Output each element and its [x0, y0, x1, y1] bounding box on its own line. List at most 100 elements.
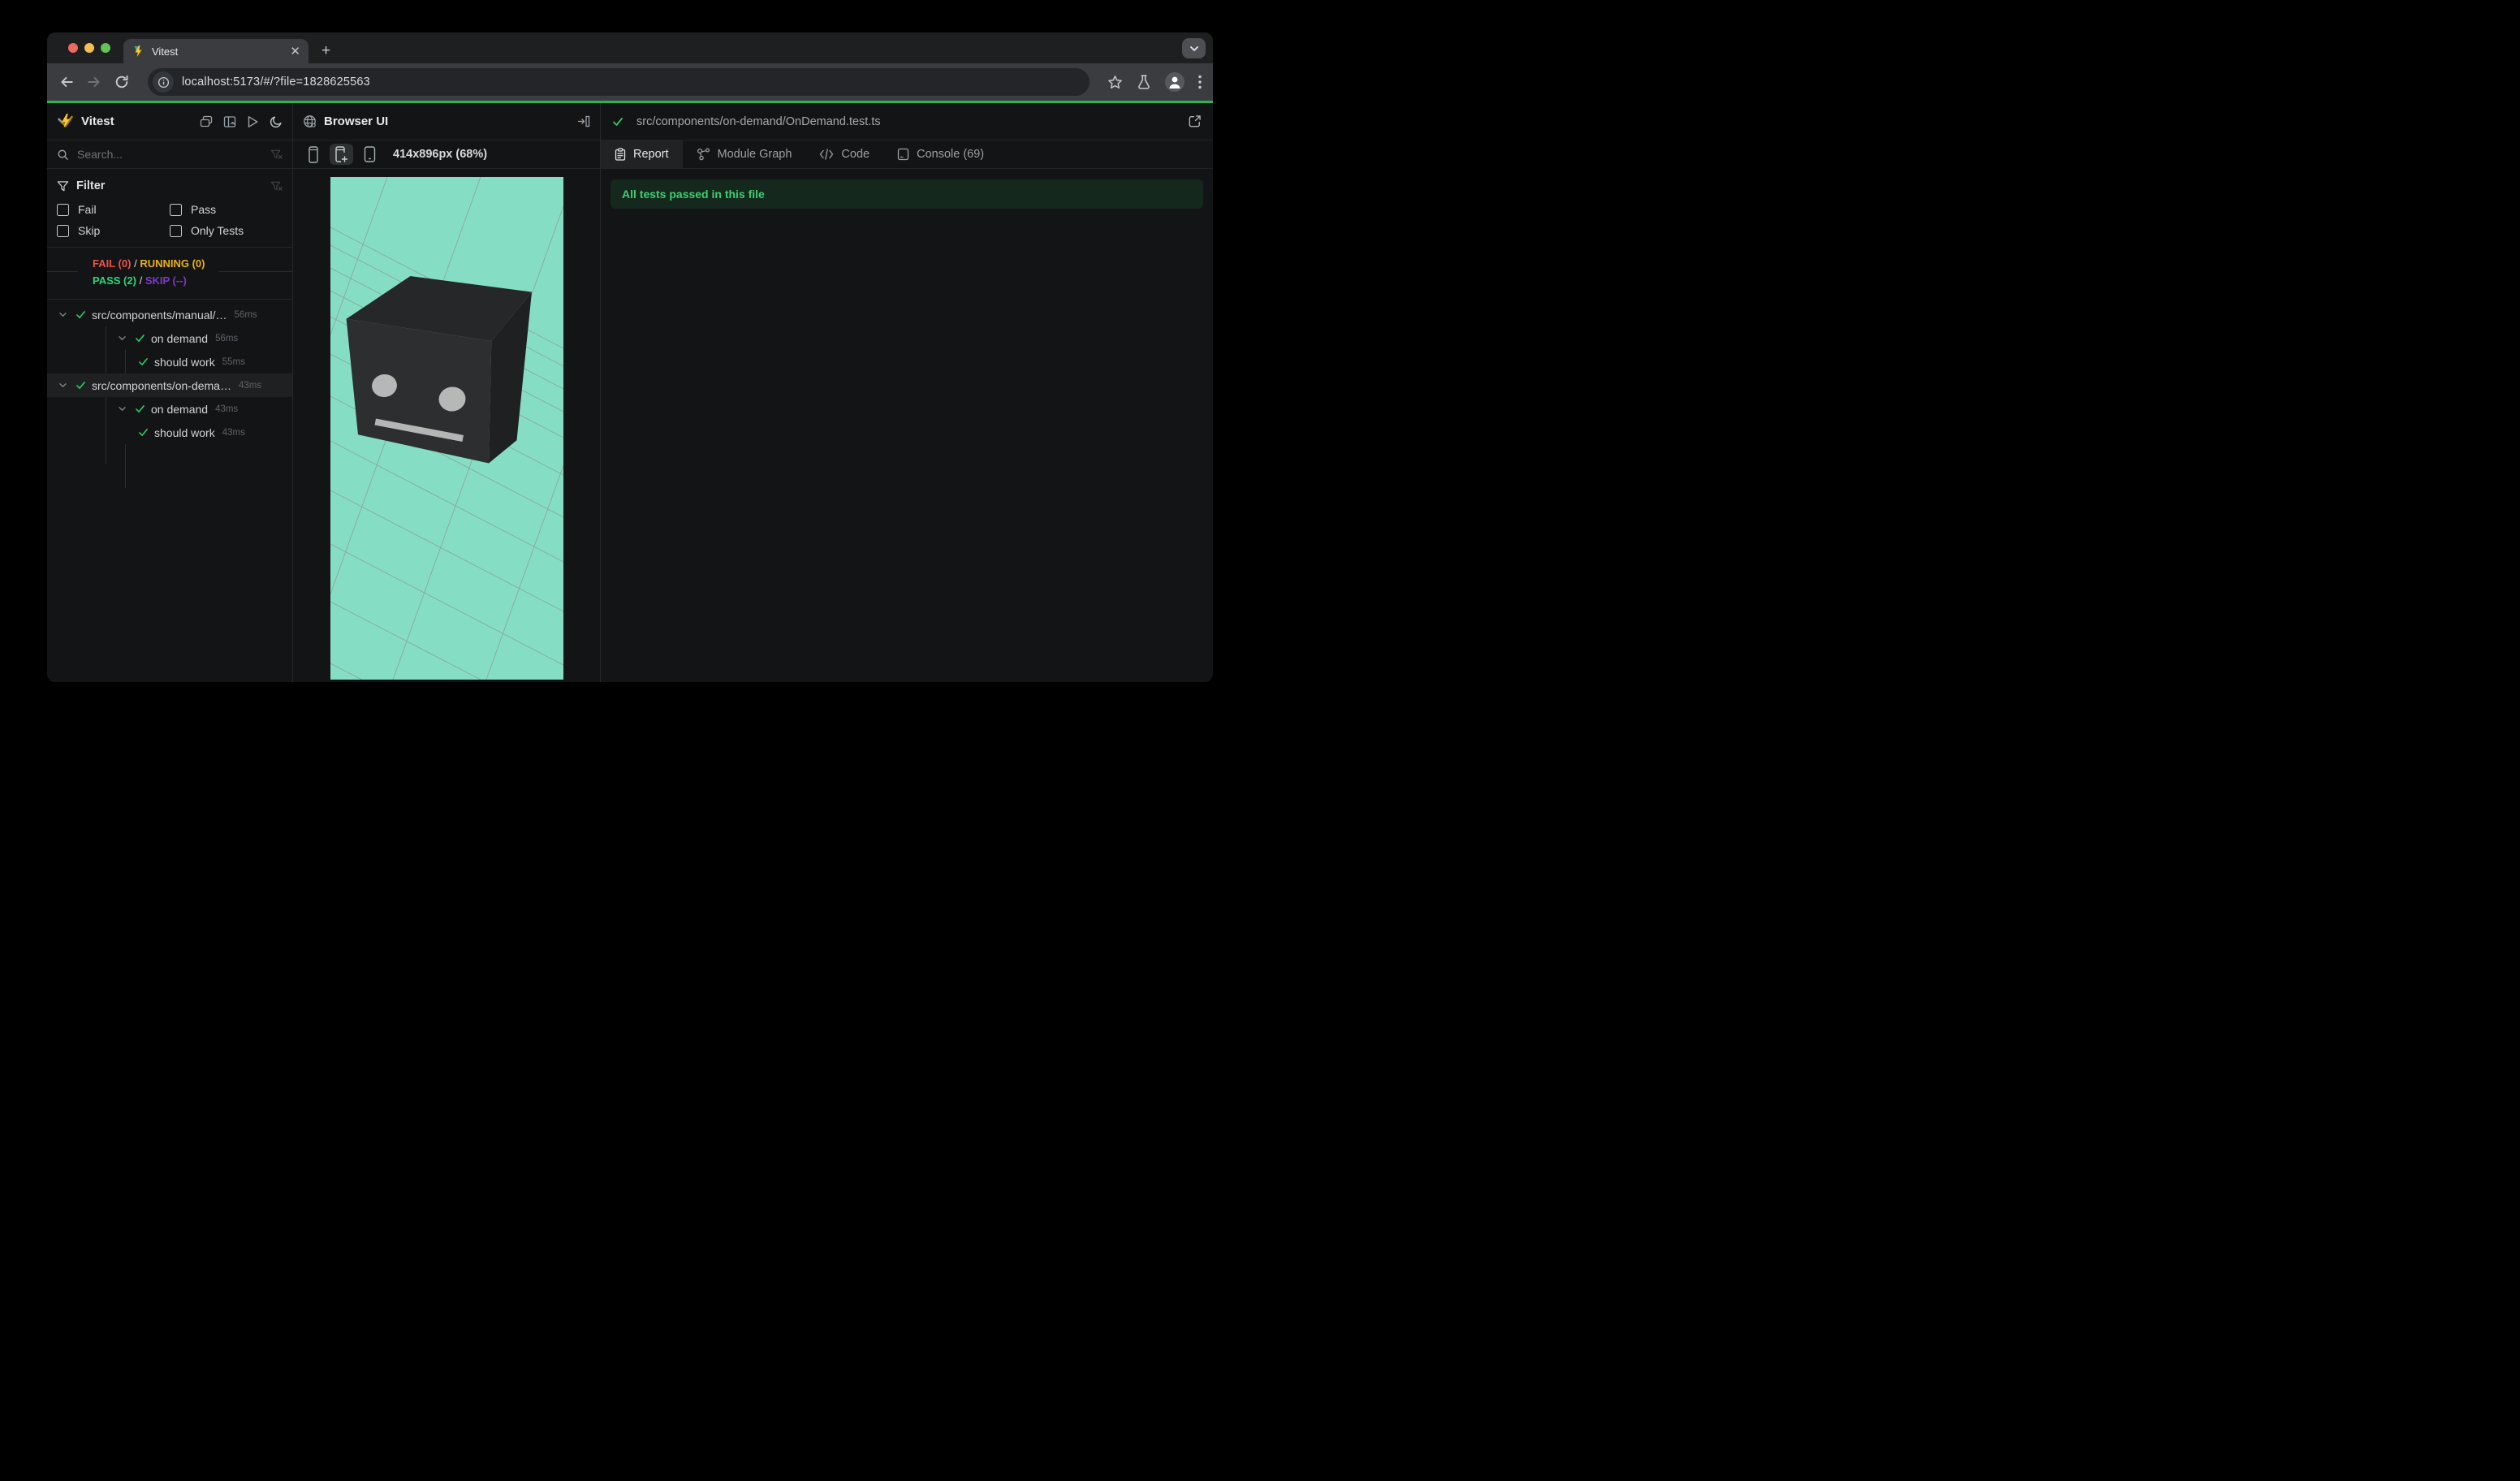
code-icon: [820, 149, 834, 160]
checkbox-icon[interactable]: [57, 203, 69, 216]
bookmark-star-icon[interactable]: [1107, 75, 1123, 90]
report-panel: src/components/on-demand/OnDemand.test.t…: [601, 103, 1213, 682]
tree-row-test[interactable]: should work 55ms: [47, 350, 292, 373]
device-phone-button[interactable]: [301, 144, 325, 165]
tree-row-suite[interactable]: on demand 43ms: [47, 397, 292, 421]
test-duration: 43ms: [238, 380, 262, 391]
filter-checkbox-only-tests[interactable]: Only Tests: [170, 224, 283, 237]
tree-guide-line: [125, 444, 126, 488]
checkbox-label: Skip: [78, 224, 101, 237]
file-path: src/components/on-demand/OnDemand.test.t…: [636, 114, 881, 128]
tab-report[interactable]: Report: [601, 140, 683, 168]
close-window-button[interactable]: [68, 43, 78, 53]
running-count: RUNNING (0): [140, 257, 205, 270]
test-case-name: should work: [154, 355, 215, 369]
pass-check-icon: [138, 428, 149, 437]
tab-label: Module Graph: [717, 148, 792, 161]
tree-row-test[interactable]: should work 43ms: [47, 421, 292, 444]
browser-ui-header: Browser UI: [293, 103, 600, 140]
file-header: src/components/on-demand/OnDemand.test.t…: [601, 103, 1213, 140]
tab-module-graph[interactable]: Module Graph: [683, 140, 806, 168]
back-icon: [61, 76, 73, 88]
tab-overflow-button[interactable]: [1182, 38, 1206, 58]
tab-favicon-vitest-icon: [134, 45, 142, 57]
globe-icon: [304, 115, 316, 127]
url-text[interactable]: localhost:5173/#/?file=1828625563: [182, 76, 370, 89]
tree-row-file[interactable]: src/components/manual/… 56ms: [47, 303, 292, 326]
pass-check-icon: [135, 404, 145, 413]
zoom-window-button[interactable]: [101, 43, 110, 53]
skip-count: SKIP (--): [145, 274, 187, 287]
chevron-down-icon[interactable]: [118, 335, 127, 341]
tab-label: Console (69): [917, 148, 985, 161]
experiments-flask-icon[interactable]: [1137, 75, 1151, 89]
forward-button[interactable]: [86, 74, 102, 90]
checkbox-icon[interactable]: [57, 224, 69, 237]
funnel-icon: [57, 180, 69, 191]
summary-line-1: FAIL (0) / RUNNING (0): [93, 257, 205, 270]
banner-text: All tests passed in this file: [622, 188, 765, 201]
fail-count: FAIL (0): [93, 257, 132, 270]
browser-tab[interactable]: Vitest ✕: [123, 39, 309, 63]
dashboard-icon[interactable]: [223, 115, 236, 128]
dock-panel-right-icon[interactable]: [576, 115, 590, 127]
browser-ui-title: Browser UI: [324, 114, 389, 128]
test-summary: FAIL (0) / RUNNING (0) PASS (2) / SKIP (…: [47, 248, 292, 300]
device-phone-add-button[interactable]: [330, 144, 353, 165]
tab-title: Vitest: [152, 45, 179, 58]
test-duration: 56ms: [215, 333, 239, 343]
tree-row-suite[interactable]: on demand 56ms: [47, 326, 292, 350]
chevron-down-icon[interactable]: [118, 406, 127, 412]
pass-check-icon: [76, 381, 86, 390]
filter-header: Filter: [57, 175, 283, 196]
test-duration: 56ms: [234, 309, 257, 320]
test-suite-name: on demand: [151, 331, 209, 345]
clear-filter-icon[interactable]: [270, 180, 283, 192]
reload-button[interactable]: [114, 74, 130, 90]
chevron-down-icon[interactable]: [58, 382, 67, 388]
collapse-windows-icon[interactable]: [200, 115, 213, 128]
tree-row-file-selected[interactable]: src/components/on-dema… 43ms: [47, 373, 292, 397]
chevron-down-icon[interactable]: [58, 312, 67, 317]
open-external-link-icon[interactable]: [1188, 114, 1202, 128]
tab-console[interactable]: Console (69): [883, 140, 998, 168]
back-button[interactable]: [58, 74, 75, 90]
menu-dots-icon[interactable]: [1198, 75, 1202, 89]
viewport-resolution[interactable]: 414x896px (68%): [393, 148, 487, 161]
filter-checkbox-skip[interactable]: Skip: [57, 224, 170, 237]
test-duration: 55ms: [222, 356, 245, 367]
sidebar-title: Vitest: [81, 114, 114, 128]
vitest-logo-icon: [58, 114, 73, 128]
browser-preview-scene[interactable]: [330, 177, 563, 680]
new-tab-button[interactable]: +: [321, 43, 330, 59]
sidebar-header-actions: [200, 115, 283, 128]
filter-checkbox-pass[interactable]: Pass: [170, 203, 283, 216]
tab-label: Code: [841, 148, 870, 161]
run-all-play-icon[interactable]: [247, 115, 259, 128]
tab-code[interactable]: Code: [805, 140, 883, 168]
filter-checkbox-fail[interactable]: Fail: [57, 203, 170, 216]
profile-avatar[interactable]: [1165, 72, 1184, 92]
test-suite-name: on demand: [151, 402, 209, 416]
pass-check-icon: [135, 334, 145, 343]
browser-window: Vitest ✕ + localhost:5173/#/?file=182862…: [47, 32, 1213, 682]
site-info-button[interactable]: [153, 71, 174, 93]
toolbar-actions: [1107, 72, 1202, 92]
filter-section: Filter Fail Pass Skip Only Tests: [47, 169, 292, 248]
test-file-name: src/components/on-dema…: [92, 378, 231, 392]
minimize-window-button[interactable]: [84, 43, 94, 53]
search-input[interactable]: Search...: [77, 148, 262, 161]
address-bar[interactable]: localhost:5173/#/?file=1828625563: [148, 68, 1090, 96]
checkbox-icon[interactable]: [170, 224, 182, 237]
preview-viewport-area: [293, 169, 600, 682]
phone-add-icon: [335, 145, 347, 162]
test-case-name: should work: [154, 425, 215, 439]
dark-mode-moon-icon[interactable]: [270, 115, 283, 128]
clear-search-filter-icon[interactable]: [270, 149, 283, 161]
reload-icon: [115, 75, 128, 89]
device-phone-frame-button[interactable]: [358, 144, 382, 165]
phone-frame-icon: [364, 146, 376, 162]
search-bar[interactable]: Search...: [47, 140, 292, 169]
tab-close-icon[interactable]: ✕: [290, 44, 300, 58]
checkbox-icon[interactable]: [170, 203, 182, 216]
